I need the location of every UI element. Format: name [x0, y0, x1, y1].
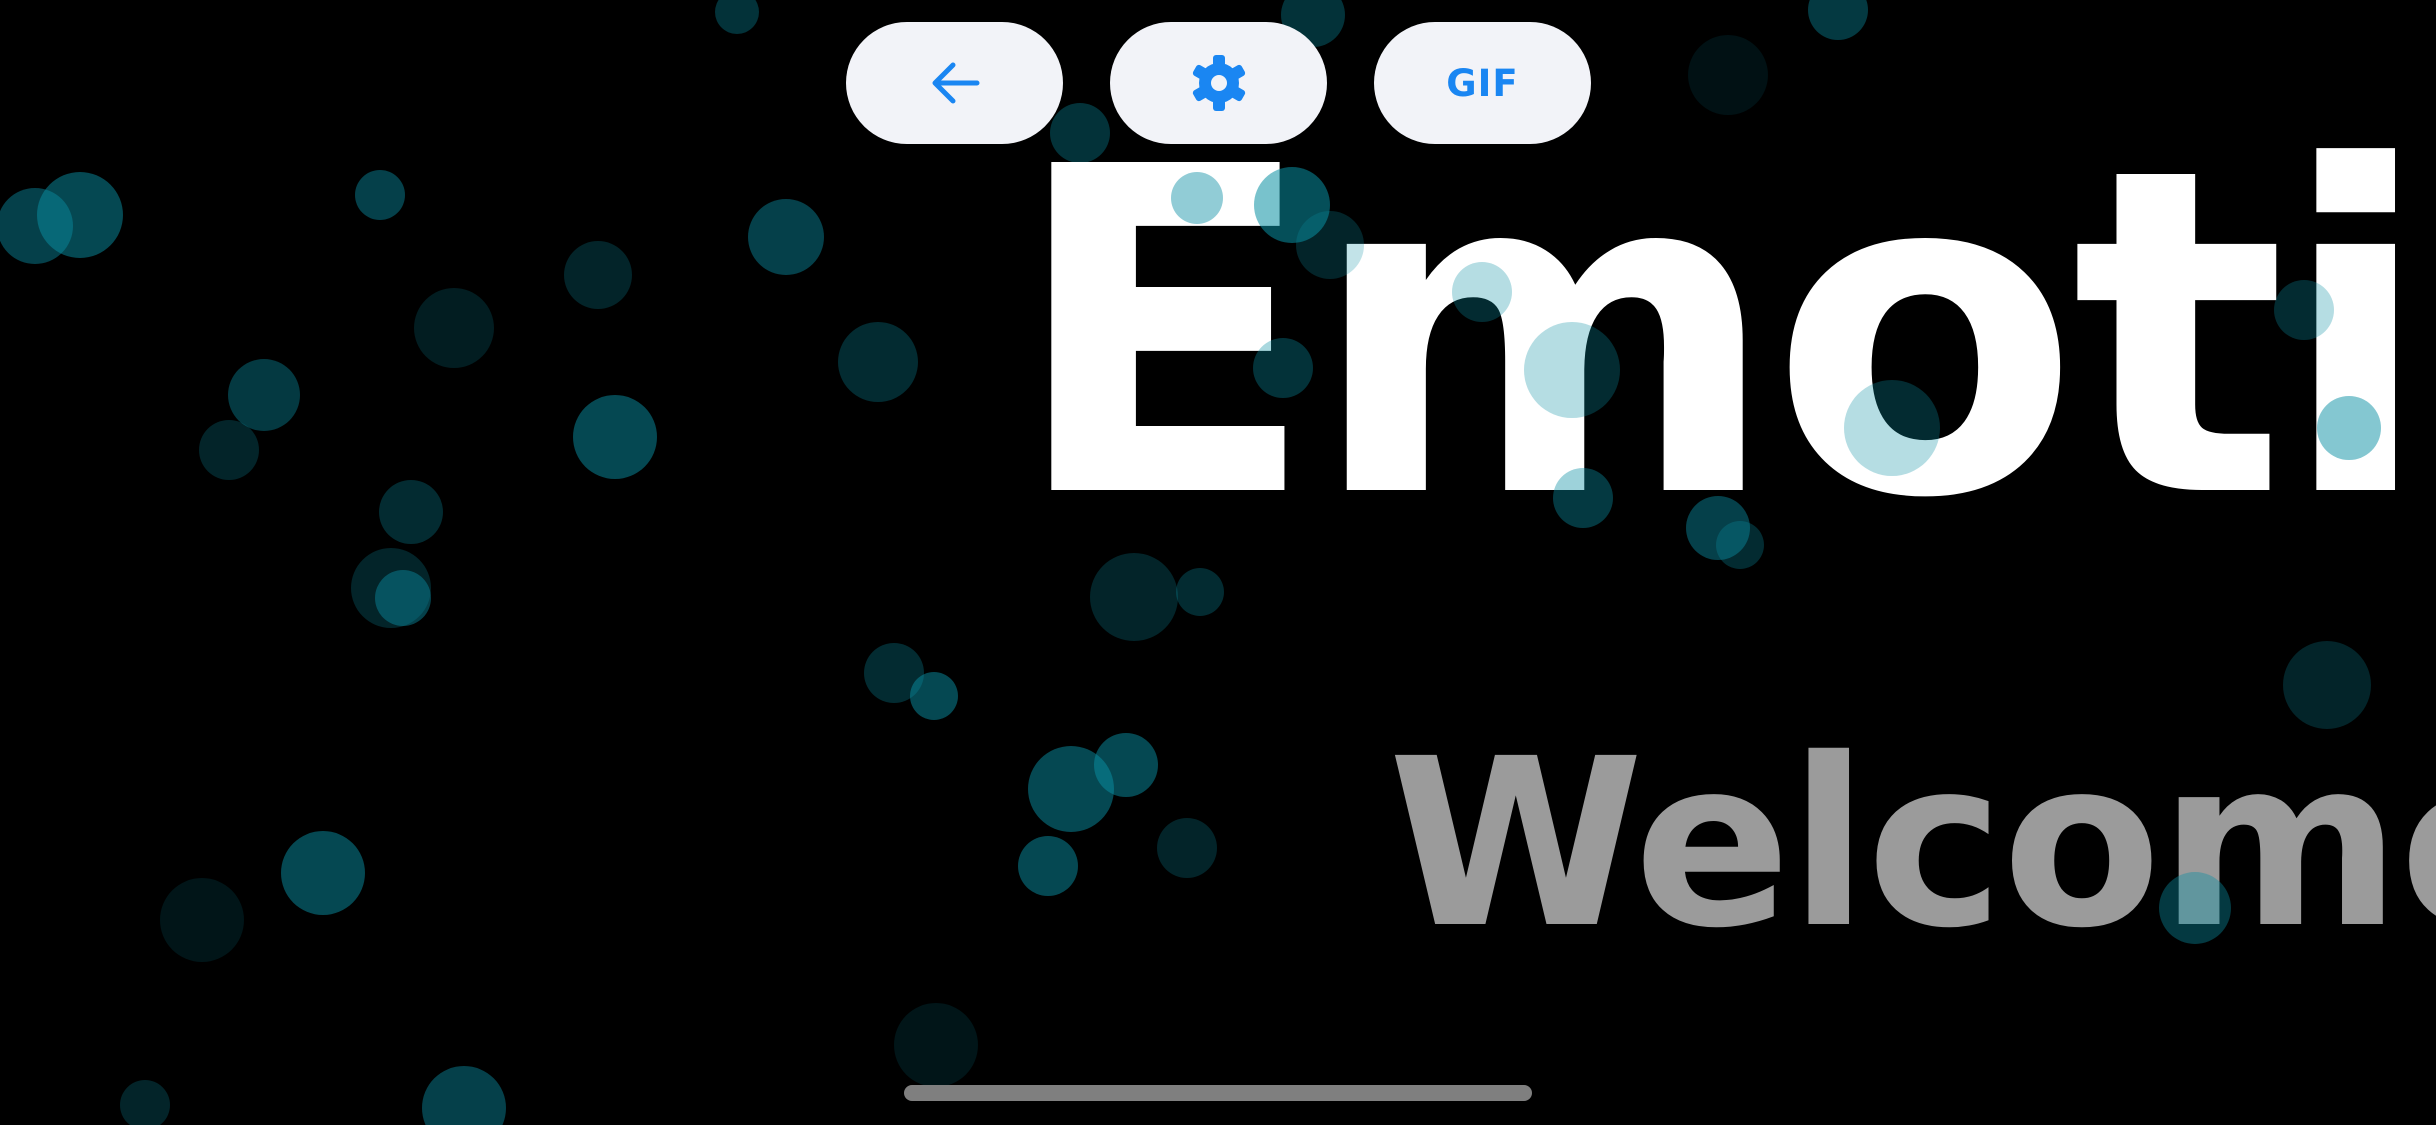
- arrow-left-icon: [932, 62, 979, 104]
- emoti-welcome-screen: GIF EmotiS Welcome: [0, 0, 2436, 1125]
- app-title: EmotiS: [1010, 73, 2436, 597]
- settings-button[interactable]: [1110, 22, 1327, 144]
- back-button[interactable]: [846, 22, 1063, 144]
- gif-button[interactable]: GIF: [1374, 22, 1591, 144]
- gif-button-label: GIF: [1446, 61, 1519, 105]
- welcome-subtitle: Welcome: [1388, 709, 2436, 979]
- gear-icon: [1192, 55, 1245, 111]
- home-indicator[interactable]: [904, 1085, 1532, 1101]
